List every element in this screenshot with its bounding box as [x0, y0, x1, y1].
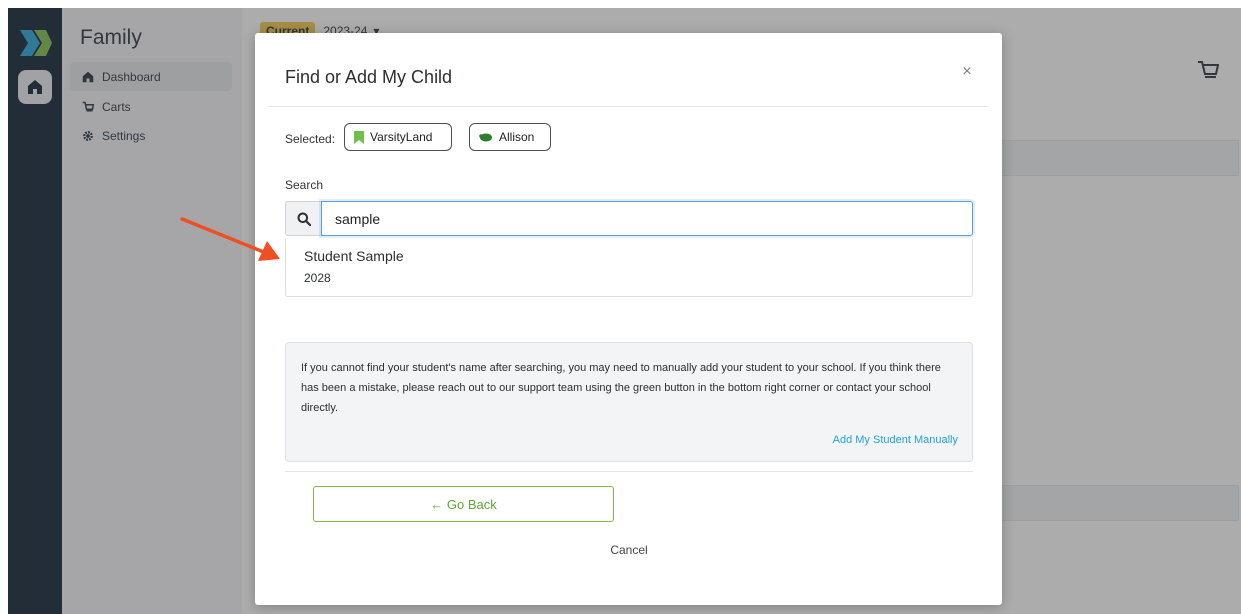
- selected-child-chip[interactable]: Allison: [469, 123, 551, 151]
- annotation-arrow-icon: [180, 217, 280, 261]
- result-grad-year: 2028: [304, 271, 331, 285]
- search-icon: [297, 212, 311, 226]
- search-label: Search: [285, 178, 324, 192]
- search-field: [285, 201, 973, 236]
- search-input[interactable]: [321, 201, 973, 236]
- close-icon[interactable]: ×: [959, 63, 975, 83]
- search-addon: [285, 201, 321, 236]
- add-student-manually-link[interactable]: Add My Student Manually: [833, 434, 958, 446]
- mascot-icon: [479, 133, 492, 141]
- divider: [285, 471, 973, 472]
- bookmark-icon: [354, 130, 364, 144]
- selected-label: Selected:: [285, 132, 336, 146]
- result-student-name: Student Sample: [304, 248, 404, 264]
- info-text: If you cannot find your student's name a…: [301, 362, 941, 414]
- info-box: If you cannot find your student's name a…: [285, 342, 973, 462]
- modal-title: Find or Add My Child: [285, 67, 453, 87]
- find-child-modal: Find or Add My Child × Selected: Varsity…: [255, 33, 1002, 605]
- divider: [269, 106, 988, 107]
- search-result-item[interactable]: Student Sample 2028: [285, 239, 973, 297]
- chip-label: Allison: [499, 130, 535, 144]
- cancel-link[interactable]: Cancel: [589, 543, 669, 557]
- selected-school-chip[interactable]: VarsityLand: [344, 123, 452, 151]
- chip-label: VarsityLand: [370, 130, 433, 144]
- go-back-button[interactable]: ← Go Back: [313, 486, 614, 522]
